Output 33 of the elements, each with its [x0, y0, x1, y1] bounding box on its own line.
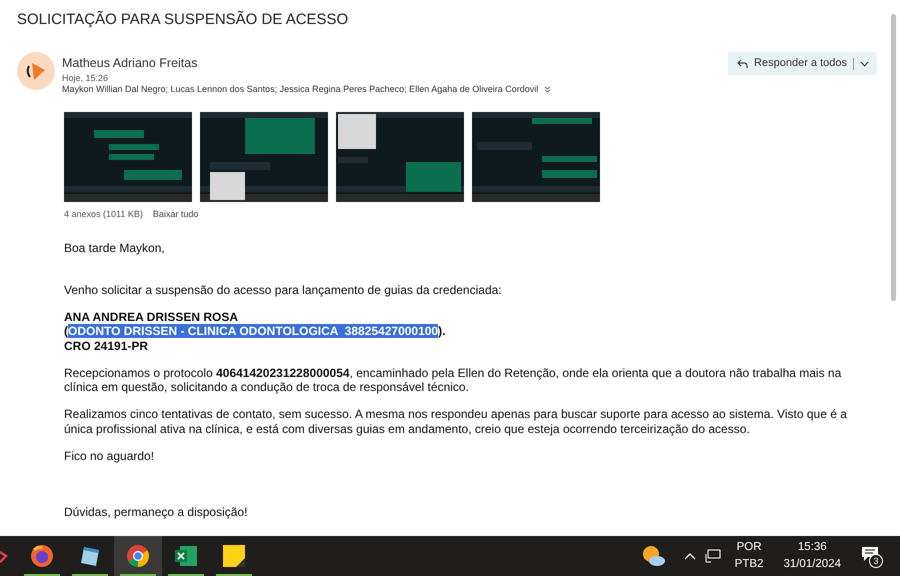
reply-all-icon — [736, 58, 748, 70]
expand-icon[interactable] — [544, 86, 552, 92]
body-paragraph: Venho solicitar a suspensão do acesso para lançamento de guias da credenciada: — [64, 282, 503, 297]
chrome-icon[interactable] — [126, 544, 150, 568]
download-all-link[interactable]: Baixar tudo — [152, 208, 198, 220]
chevron-down-icon — [860, 60, 869, 66]
body-paragraph: Fico no aguardo! — [64, 448, 156, 463]
sender-name: Matheus Adriano Freitas — [62, 55, 198, 71]
clock-time[interactable]: 15:36 — [798, 539, 827, 556]
avatar-icon — [17, 52, 55, 90]
notification-count: 3 — [869, 554, 883, 568]
excel-icon[interactable] — [174, 544, 198, 568]
body-paragraph: Recepcionamos o protocolo 40641420231228000054, encaminhado pela Ellen do Retenção, onde ela orienta que a doutora não trabalha mais na clínica em questão, solicitando a condução de troca de responsável técnico. — [64, 366, 842, 394]
contact-line: CRO 24191-PR — [64, 338, 148, 353]
body-paragraph: Boa tarde Maykon, — [64, 241, 166, 256]
recipients-list: Maykon Willian Dal Negro; Lucas Lennon dos Santos; Jessica Regina Peres Pacheco; Ellen Agaha de Oliveira Cordovil — [62, 83, 538, 95]
email-subject: SOLICITAÇÃO PARA SUSPENSÃO DE ACESSO — [17, 11, 348, 29]
reply-all-button[interactable]: Responder a todos — [728, 52, 877, 75]
body-paragraph: Realizamos cinco tentativas de contato, sem sucesso. A mesma nos respondeu apenas para buscar suporte para acesso ao sistema. Visto que é a única profissional ativa na clínica, e está com diversas guias em andamento, creio que esteja ocorrendo terceirização do acesso. — [64, 407, 848, 436]
message-date: Hoje, 15:26 — [62, 72, 108, 84]
notepad-icon[interactable] — [78, 544, 102, 568]
sticky-notes-icon[interactable] — [222, 544, 246, 568]
language-indicator[interactable]: POR — [736, 539, 762, 556]
clock-date[interactable]: 31/01/2024 — [783, 556, 841, 573]
contact-line: ANA ANDREA DRISSEN ROSA — [64, 310, 238, 324]
network-icon[interactable] — [704, 549, 721, 563]
keyboard-layout[interactable]: PTB2 — [734, 556, 764, 573]
scrollbar[interactable] — [891, 14, 896, 301]
attachment-count: 4 anexos (1011 KB) — [64, 208, 143, 220]
chevron-up-icon[interactable] — [684, 552, 696, 560]
body-paragraph: Dúvidas, permaneço a disposição! — [64, 504, 248, 519]
firefox-icon[interactable] — [30, 544, 54, 568]
contact-line: (ODONTO DRISSEN - CLINICA ODONTOLOGICA 38825427000100). — [64, 324, 446, 338]
